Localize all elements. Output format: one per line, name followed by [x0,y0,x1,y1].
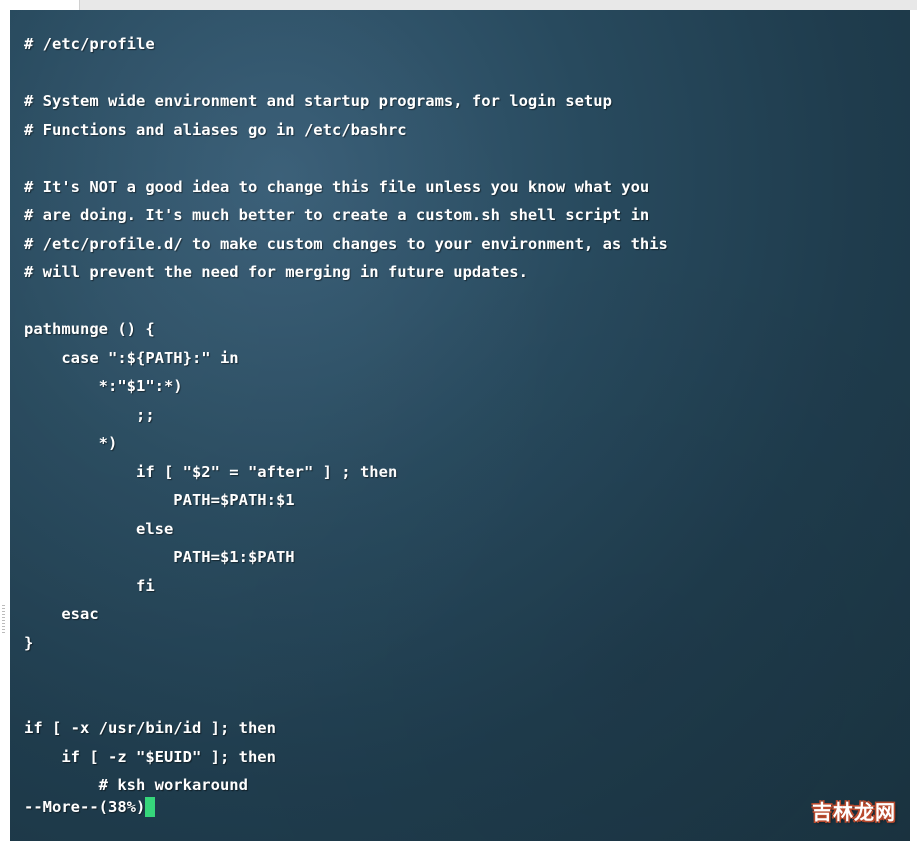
code-line: # /etc/profile [24,30,896,59]
code-line [24,144,896,173]
code-line: # System wide environment and startup pr… [24,87,896,116]
code-line: *) [24,429,896,458]
code-content: # /etc/profile # System wide environment… [24,30,896,800]
code-line: # /etc/profile.d/ to make custom changes… [24,230,896,259]
code-line: else [24,515,896,544]
code-line: # It's NOT a good idea to change this fi… [24,173,896,202]
left-gutter [0,10,10,841]
more-pager-status[interactable]: --More--(38%) [24,793,155,822]
inactive-tab [0,0,80,10]
code-line: if [ -x /usr/bin/id ]; then [24,714,896,743]
code-line: # are doing. It's much better to create … [24,201,896,230]
window-frame: # /etc/profile # System wide environment… [0,0,917,847]
more-pager-label: --More--(38%) [24,793,145,822]
code-line: PATH=$1:$PATH [24,543,896,572]
code-line: *:"$1":*) [24,372,896,401]
code-line: PATH=$PATH:$1 [24,486,896,515]
code-line: pathmunge () { [24,315,896,344]
gutter-dots [2,605,5,635]
code-line: if [ "$2" = "after" ] ; then [24,458,896,487]
code-line [24,686,896,715]
code-line: # will prevent the need for merging in f… [24,258,896,287]
code-line: if [ -z "$EUID" ]; then [24,743,896,772]
code-line [24,657,896,686]
code-line: ;; [24,401,896,430]
top-chrome-bar [0,0,917,10]
code-line: } [24,629,896,658]
code-line [24,59,896,88]
code-line [24,287,896,316]
terminal-cursor [145,797,155,817]
code-line: # Functions and aliases go in /etc/bashr… [24,116,896,145]
code-line: fi [24,572,896,601]
watermark-text: 吉林龙网 [812,799,896,828]
terminal-viewport[interactable]: # /etc/profile # System wide environment… [10,10,910,841]
code-line: esac [24,600,896,629]
code-line: case ":${PATH}:" in [24,344,896,373]
